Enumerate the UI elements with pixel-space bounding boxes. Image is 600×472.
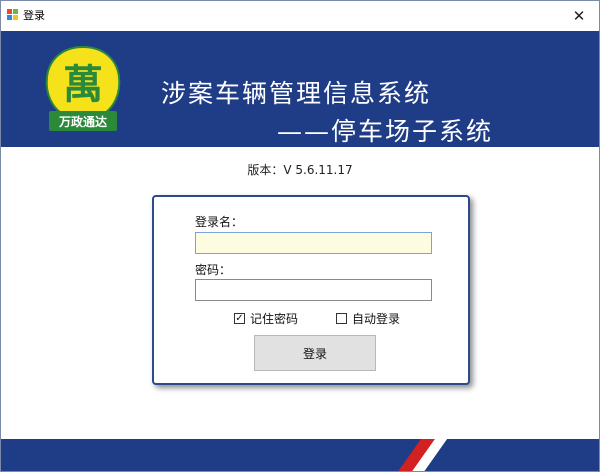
footer-stripes: [1, 439, 599, 471]
auto-login-checkbox[interactable]: 自动登录: [336, 310, 400, 327]
subsystem-title: ——停车场子系统: [277, 117, 494, 146]
remember-password-label: 记住密码: [250, 312, 299, 326]
logo-text: 万政通达: [58, 114, 107, 129]
logo-char: 萬: [63, 61, 103, 108]
window-title: 登录: [23, 9, 45, 22]
login-panel: 登录名： 密码： ✓ 记住密码 自动登录 登录: [152, 195, 470, 385]
footer-blue-right: [424, 439, 599, 471]
login-button[interactable]: 登录: [254, 335, 376, 371]
system-title: 涉案车辆管理信息系统: [161, 79, 432, 108]
checkbox-checked-icon: ✓: [234, 313, 245, 324]
password-label: 密码：: [195, 263, 232, 277]
username-label: 登录名：: [195, 215, 244, 229]
login-window: 登录 ✕ 萬 万政通达 涉案车辆管理信息系统 ——停车场子系统 版本：V 5.6…: [0, 0, 600, 472]
title-bar[interactable]: 登录 ✕: [1, 1, 599, 31]
company-logo: 萬 万政通达: [45, 45, 121, 131]
password-input[interactable]: [195, 279, 432, 301]
footer-blue-band: [1, 439, 426, 471]
header-banner: 萬 万政通达 涉案车辆管理信息系统 ——停车场子系统: [1, 31, 599, 147]
close-icon: ✕: [572, 7, 586, 25]
checkbox-unchecked-icon: [336, 313, 347, 324]
remember-password-checkbox[interactable]: ✓ 记住密码: [234, 310, 298, 327]
windows-app-icon: [7, 9, 19, 21]
version-label: 版本：V 5.6.11.17: [247, 163, 353, 177]
username-input[interactable]: [195, 232, 432, 254]
close-button[interactable]: ✕: [559, 1, 599, 31]
auto-login-label: 自动登录: [352, 312, 401, 326]
